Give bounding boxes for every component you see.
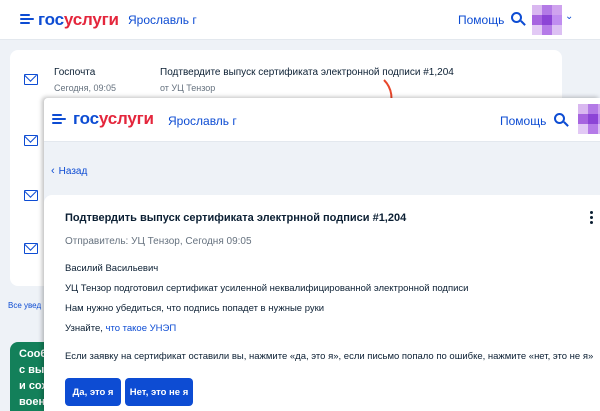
banner-text: воен <box>19 396 46 408</box>
banner-text: Coo6 <box>19 348 47 360</box>
yes-button[interactable]: Да, это я <box>65 378 121 406</box>
chevron-left-icon: ‹ <box>51 165 55 177</box>
envelope-icon <box>24 74 38 85</box>
message-date: Сегодня, 09:05 <box>54 83 117 93</box>
avatar[interactable] <box>532 5 562 35</box>
instruction-text: Если заявку на сертификат оставили вы, н… <box>65 351 594 362</box>
more-vertical-icon[interactable] <box>590 211 594 225</box>
unep-link[interactable]: что такое УНЭП <box>106 323 177 334</box>
help-link[interactable]: Помощь <box>458 13 504 27</box>
message-from: от УЦ Тензор <box>160 83 216 93</box>
city-selector[interactable]: Ярославль г <box>168 114 237 128</box>
search-icon[interactable] <box>511 12 526 26</box>
back-label: Назад <box>58 166 88 177</box>
no-button[interactable]: Нет, это не я <box>125 378 193 406</box>
all-notifications-link[interactable]: Все увед <box>8 301 41 310</box>
top-header: госуслуги Ярославль г Помощь <box>44 98 600 142</box>
body-line-2: Нам нужно убедиться, что подпись попадет… <box>65 303 325 314</box>
message-subject: Подтвердите выпуск сертификата электронн… <box>160 67 454 78</box>
menu-icon[interactable] <box>52 114 66 124</box>
message-detail-window: госуслуги Ярославль г Помощь ‹ Назад Подт… <box>44 98 600 411</box>
learn-prefix: Узнайте, <box>65 323 103 334</box>
greeting: Василий Васильевич <box>65 263 159 274</box>
envelope-icon <box>24 135 38 146</box>
learn-more-line: Узнайте, что такое УНЭП <box>65 323 176 334</box>
top-header: госуслуги Ярославль г Помощь ⌄ <box>0 0 600 40</box>
body-line-1: УЦ Тензор подготовил сертификат усиленно… <box>65 283 469 294</box>
city-selector[interactable]: Ярославль г <box>128 13 197 27</box>
gosuslugi-logo[interactable]: госуслуги <box>73 109 154 129</box>
search-icon[interactable] <box>554 113 569 127</box>
list-item[interactable]: Госпочта Сегодня, 09:05 Подтвердите выпу… <box>10 50 562 104</box>
menu-icon[interactable] <box>20 14 34 24</box>
message-card: Подтвердить выпуск сертификата электрнно… <box>44 195 600 411</box>
message-sender: Госпочта <box>54 67 96 78</box>
gosuslugi-logo[interactable]: госуслуги <box>38 10 119 30</box>
message-sender-line: Отправитель: УЦ Тензор, Сегодня 09:05 <box>65 236 252 247</box>
chevron-down-icon[interactable]: ⌄ <box>565 11 573 22</box>
message-title: Подтвердить выпуск сертификата электрнно… <box>65 212 407 224</box>
back-button[interactable]: ‹ Назад <box>51 165 87 177</box>
envelope-icon <box>24 190 38 201</box>
help-link[interactable]: Помощь <box>500 114 546 128</box>
envelope-icon <box>24 243 38 254</box>
avatar[interactable] <box>578 104 600 134</box>
